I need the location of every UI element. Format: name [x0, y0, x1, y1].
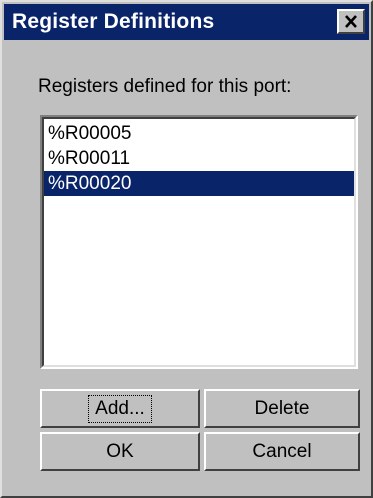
window-title: Register Definitions — [12, 10, 215, 33]
ok-button[interactable]: OK — [40, 432, 200, 471]
registers-listbox[interactable]: %R00005 %R00011 %R00020 — [40, 115, 358, 369]
register-item-selected[interactable]: %R00020 — [44, 171, 354, 196]
register-item[interactable]: %R00005 — [44, 121, 354, 146]
register-item[interactable]: %R00011 — [44, 146, 354, 171]
delete-button[interactable]: Delete — [204, 389, 360, 428]
delete-button-label: Delete — [254, 397, 310, 419]
close-x-icon — [345, 15, 357, 28]
add-button[interactable]: Add... — [40, 389, 200, 428]
ok-button-label: OK — [106, 440, 134, 462]
close-button[interactable] — [337, 9, 365, 34]
registers-label: Registers defined for this port: — [38, 76, 292, 97]
title-bar: Register Definitions — [4, 4, 369, 40]
add-button-label: Add... — [88, 394, 152, 423]
cancel-button-label: Cancel — [252, 440, 312, 462]
register-definitions-dialog: Register Definitions Registers defined f… — [0, 0, 373, 498]
cancel-button[interactable]: Cancel — [204, 432, 360, 471]
